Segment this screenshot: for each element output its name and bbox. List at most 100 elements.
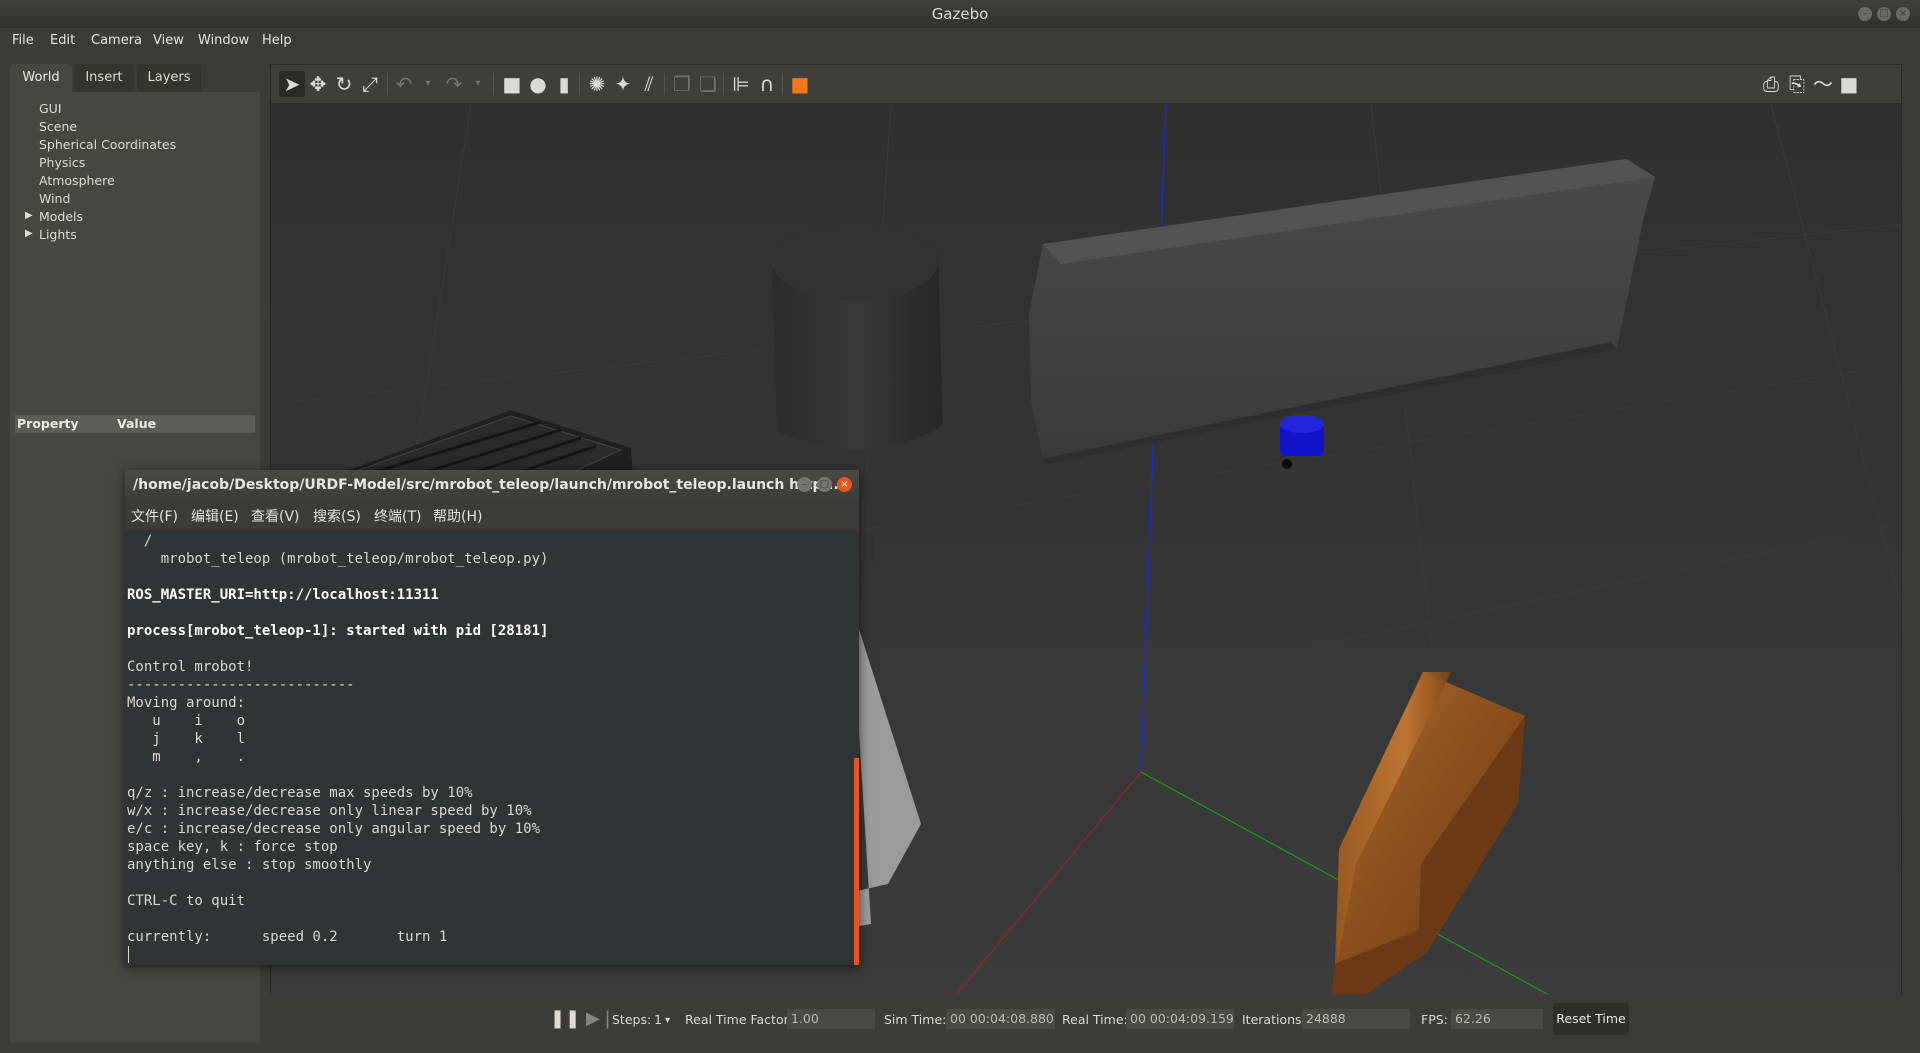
- step-icon[interactable]: ▶❘: [586, 1008, 615, 1029]
- sphere-icon[interactable]: ●: [525, 71, 551, 97]
- terminal-line: CTRL-C to quit: [127, 893, 246, 909]
- maximize-icon[interactable]: □: [817, 477, 832, 492]
- terminal-line: Control mrobot!: [127, 659, 254, 675]
- property-header: Property Value: [15, 415, 255, 433]
- rotate-icon[interactable]: ↻: [331, 71, 357, 97]
- iterations-field: 24888: [1302, 1009, 1410, 1029]
- directional-light-icon[interactable]: ⫽: [636, 71, 662, 97]
- close-icon[interactable]: ×: [1896, 7, 1910, 21]
- terminal-menu-file[interactable]: 文件(F): [131, 506, 178, 526]
- steps-label: Steps:: [612, 1012, 652, 1027]
- terminal-line: m , .: [127, 749, 246, 765]
- sim-time-field: 00 00:04:08.880: [946, 1009, 1055, 1029]
- translate-icon[interactable]: ✥: [305, 71, 331, 97]
- spot-light-icon[interactable]: ✦: [610, 71, 636, 97]
- tree-item-wind[interactable]: Wind: [39, 191, 70, 206]
- terminal-line: q/z : increase/decrease max speeds by 10…: [127, 785, 473, 801]
- view-angle-icon[interactable]: ■: [787, 71, 813, 97]
- tree-item-gui[interactable]: GUI: [39, 101, 62, 116]
- sim-time-label: Sim Time:: [884, 1012, 947, 1027]
- real-time-label: Real Time:: [1062, 1012, 1128, 1027]
- terminal-menu-terminal[interactable]: 终端(T): [374, 506, 421, 526]
- terminal-line: Moving around:: [127, 695, 246, 711]
- tab-world[interactable]: World: [10, 64, 72, 92]
- menu-camera[interactable]: Camera: [91, 33, 142, 48]
- terminal-line: j k l: [127, 731, 246, 747]
- tab-layers[interactable]: Layers: [137, 64, 201, 92]
- scale-icon[interactable]: ⤢: [357, 71, 383, 97]
- terminal-title-bar[interactable]: /home/jacob/Desktop/URDF-Model/src/mrobo…: [125, 470, 859, 500]
- plot-icon[interactable]: 〜: [1810, 71, 1836, 97]
- reset-time-button[interactable]: Reset Time: [1553, 1003, 1629, 1035]
- menu-edit[interactable]: Edit: [50, 33, 75, 48]
- terminal-menu-edit[interactable]: 编辑(E): [191, 506, 239, 526]
- bottom-status-bar: ❚❚ ▶❘ Steps: 1 ▾ Real Time Factor: 1.00 …: [270, 994, 1902, 1044]
- terminal-line: u i o: [127, 713, 246, 729]
- log-icon[interactable]: ⎘: [1784, 71, 1810, 97]
- copy-icon[interactable]: ❐: [669, 71, 695, 97]
- real-time-factor-field: 1.00: [787, 1009, 875, 1029]
- chevron-down-icon[interactable]: ▾: [665, 1015, 670, 1026]
- box-icon[interactable]: ■: [499, 71, 525, 97]
- terminal-line: ROS_MASTER_URI=http://localhost:11311: [127, 587, 439, 603]
- terminal-line: space key, k : force stop: [127, 839, 338, 855]
- screenshot-camera-icon[interactable]: ⎙: [1758, 71, 1784, 97]
- pause-icon[interactable]: ❚❚: [550, 1008, 580, 1029]
- property-column-header: Property: [17, 416, 79, 431]
- real-time-field: 00 00:04:09.159: [1126, 1009, 1234, 1029]
- minimize-icon[interactable]: –: [797, 477, 812, 492]
- terminal-line: w/x : increase/decrease only linear spee…: [127, 803, 532, 819]
- tree-item-lights[interactable]: Lights: [39, 227, 77, 242]
- terminal-output[interactable]: / mrobot_teleop (mrobot_teleop/mrobot_te…: [125, 530, 859, 965]
- window-title-bar: Gazebo – □ ×: [0, 0, 1920, 28]
- record-video-icon[interactable]: ■: [1836, 71, 1862, 97]
- tree-item-spherical-coordinates[interactable]: Spherical Coordinates: [39, 137, 176, 152]
- terminal-scrollbar[interactable]: [854, 758, 859, 965]
- real-time-factor-label: Real Time Factor:: [685, 1012, 793, 1027]
- tab-insert[interactable]: Insert: [74, 64, 134, 92]
- value-column-header: Value: [117, 416, 157, 431]
- cylinder-icon[interactable]: ▮: [551, 71, 577, 97]
- window-title: Gazebo: [931, 5, 989, 23]
- snap-magnet-icon[interactable]: ∩: [754, 71, 780, 97]
- menu-view[interactable]: View: [153, 33, 184, 48]
- tree-item-models[interactable]: Models: [39, 209, 83, 224]
- world-tree: GUI Scene Spherical Coordinates Physics …: [10, 92, 260, 412]
- chevron-down-icon[interactable]: ▾: [465, 71, 491, 97]
- menu-window[interactable]: Window: [198, 33, 249, 48]
- terminal-menu-help[interactable]: 帮助(H): [433, 506, 482, 526]
- expand-arrow-icon[interactable]: ▶: [25, 210, 33, 221]
- terminal-cursor: [128, 946, 129, 963]
- minimize-icon[interactable]: –: [1858, 7, 1872, 21]
- cylinder-model[interactable]: [772, 224, 943, 450]
- tree-item-scene[interactable]: Scene: [39, 119, 77, 134]
- redo-icon[interactable]: ↷: [441, 71, 467, 97]
- terminal-menu-view[interactable]: 查看(V): [251, 506, 300, 526]
- tree-item-atmosphere[interactable]: Atmosphere: [39, 173, 115, 188]
- steps-value[interactable]: 1: [654, 1012, 662, 1027]
- menu-bar: File Edit Camera View Window Help: [0, 28, 1920, 54]
- paste-icon[interactable]: ❏: [695, 71, 721, 97]
- undo-icon[interactable]: ↶: [391, 71, 417, 97]
- close-icon[interactable]: ×: [837, 477, 852, 492]
- iterations-label: Iterations:: [1242, 1012, 1306, 1027]
- terminal-line: anything else : stop smoothly: [127, 857, 372, 873]
- terminal-title: /home/jacob/Desktop/URDF-Model/src/mrobo…: [133, 477, 845, 493]
- terminal-menu-search[interactable]: 搜索(S): [313, 506, 361, 526]
- viewport-toolbar: ➤ ✥ ↻ ⤢ ↶ ▾ ↷ ▾ ■ ● ▮ ✺ ✦ ⫽ ❐ ❏ ⊫ ∩ ■ ⎙ …: [271, 65, 1901, 104]
- select-arrow-icon[interactable]: ➤: [279, 71, 305, 97]
- expand-arrow-icon[interactable]: ▶: [25, 228, 33, 239]
- terminal-line: currently: speed 0.2 turn 1: [127, 929, 448, 945]
- terminal-line: e/c : increase/decrease only angular spe…: [127, 821, 541, 837]
- tree-item-physics[interactable]: Physics: [39, 155, 85, 170]
- terminal-line: /: [127, 533, 153, 549]
- chevron-down-icon[interactable]: ▾: [415, 71, 441, 97]
- terminal-window[interactable]: /home/jacob/Desktop/URDF-Model/src/mrobo…: [125, 470, 859, 965]
- menu-help[interactable]: Help: [262, 33, 292, 48]
- point-light-icon[interactable]: ✺: [584, 71, 610, 97]
- align-icon[interactable]: ⊫: [728, 71, 754, 97]
- fps-field: 62.26: [1451, 1009, 1543, 1029]
- maximize-icon[interactable]: □: [1877, 7, 1891, 21]
- menu-file[interactable]: File: [12, 33, 34, 48]
- terminal-menu-bar: 文件(F) 编辑(E) 查看(V) 搜索(S) 终端(T) 帮助(H): [125, 500, 859, 530]
